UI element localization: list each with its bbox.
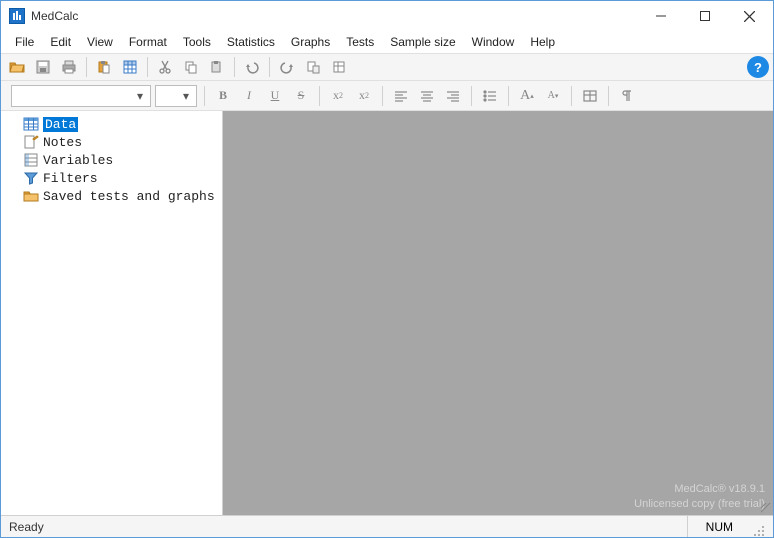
format-toolbar: ▾ ▾ B I U S x2 x2 A▴ A▾ [1, 81, 773, 111]
app-icon [9, 8, 25, 24]
redo-button[interactable] [275, 56, 299, 78]
menu-tools[interactable]: Tools [175, 33, 219, 51]
menu-view[interactable]: View [79, 33, 121, 51]
minimize-button[interactable] [639, 2, 683, 30]
save-button[interactable] [31, 56, 55, 78]
align-right-button[interactable] [442, 85, 464, 107]
menu-graphs[interactable]: Graphs [283, 33, 338, 51]
grid-button[interactable] [118, 56, 142, 78]
menu-sample-size[interactable]: Sample size [382, 33, 463, 51]
window-title: MedCalc [31, 9, 78, 23]
tree-item-data[interactable]: Data [5, 115, 222, 133]
cut-button[interactable] [153, 56, 177, 78]
status-text: Ready [9, 520, 687, 534]
filter-icon [23, 170, 39, 186]
tree-label: Filters [43, 171, 98, 186]
increase-font-button[interactable]: A▴ [516, 85, 538, 107]
license-text: Unlicensed copy (free trial) [634, 497, 765, 511]
insert-icon-1[interactable] [301, 56, 325, 78]
window-resize-grip-icon[interactable] [751, 516, 765, 537]
menu-statistics[interactable]: Statistics [219, 33, 283, 51]
main-area: Data Notes Variables Filters Saved tests… [1, 111, 773, 515]
menu-tests[interactable]: Tests [338, 33, 382, 51]
undo-button[interactable] [240, 56, 264, 78]
superscript-button[interactable]: x2 [353, 85, 375, 107]
font-name-combo[interactable]: ▾ [11, 85, 151, 107]
print-button[interactable] [57, 56, 81, 78]
title-bar: MedCalc [1, 1, 773, 31]
font-size-combo[interactable]: ▾ [155, 85, 197, 107]
tree-item-variables[interactable]: Variables [5, 151, 222, 169]
table-format-button[interactable] [579, 85, 601, 107]
open-button[interactable] [5, 56, 29, 78]
main-toolbar: ? [1, 53, 773, 81]
close-button[interactable] [727, 2, 771, 30]
bold-button[interactable]: B [212, 85, 234, 107]
insert-icon-2[interactable] [327, 56, 351, 78]
menu-file[interactable]: File [7, 33, 42, 51]
menu-format[interactable]: Format [121, 33, 175, 51]
paragraph-button[interactable] [616, 85, 638, 107]
variables-icon [23, 152, 39, 168]
status-bar: Ready NUM [1, 515, 773, 537]
tree-pane: Data Notes Variables Filters Saved tests… [1, 111, 223, 515]
grid-icon [23, 116, 39, 132]
status-num: NUM [687, 516, 751, 537]
tree-item-saved[interactable]: Saved tests and graphs [5, 187, 222, 205]
italic-button[interactable]: I [238, 85, 260, 107]
folder-icon [23, 188, 39, 204]
menu-window[interactable]: Window [464, 33, 523, 51]
paste-button[interactable] [92, 56, 116, 78]
subscript-button[interactable]: x2 [327, 85, 349, 107]
chevron-down-icon: ▾ [178, 89, 194, 103]
tree-label: Notes [43, 135, 82, 150]
chevron-down-icon: ▾ [132, 89, 148, 103]
decrease-font-button[interactable]: A▾ [542, 85, 564, 107]
help-button[interactable]: ? [747, 56, 769, 78]
tree-item-notes[interactable]: Notes [5, 133, 222, 151]
strike-button[interactable]: S [290, 85, 312, 107]
tree-label: Variables [43, 153, 113, 168]
underline-button[interactable]: U [264, 85, 286, 107]
watermark: MedCalc® v18.9.1 Unlicensed copy (free t… [634, 482, 765, 511]
bullet-list-button[interactable] [479, 85, 501, 107]
tree-label: Data [43, 117, 78, 132]
version-text: MedCalc® v18.9.1 [634, 482, 765, 496]
align-left-button[interactable] [390, 85, 412, 107]
tree-label: Saved tests and graphs [43, 189, 215, 204]
notes-icon [23, 134, 39, 150]
menu-help[interactable]: Help [522, 33, 563, 51]
workspace: MedCalc® v18.9.1 Unlicensed copy (free t… [223, 111, 773, 515]
menu-bar: File Edit View Format Tools Statistics G… [1, 31, 773, 53]
menu-edit[interactable]: Edit [42, 33, 79, 51]
maximize-button[interactable] [683, 2, 727, 30]
tree-item-filters[interactable]: Filters [5, 169, 222, 187]
resize-grip-icon[interactable] [761, 503, 771, 513]
align-center-button[interactable] [416, 85, 438, 107]
copy-button[interactable] [179, 56, 203, 78]
paste-alt-button[interactable] [205, 56, 229, 78]
